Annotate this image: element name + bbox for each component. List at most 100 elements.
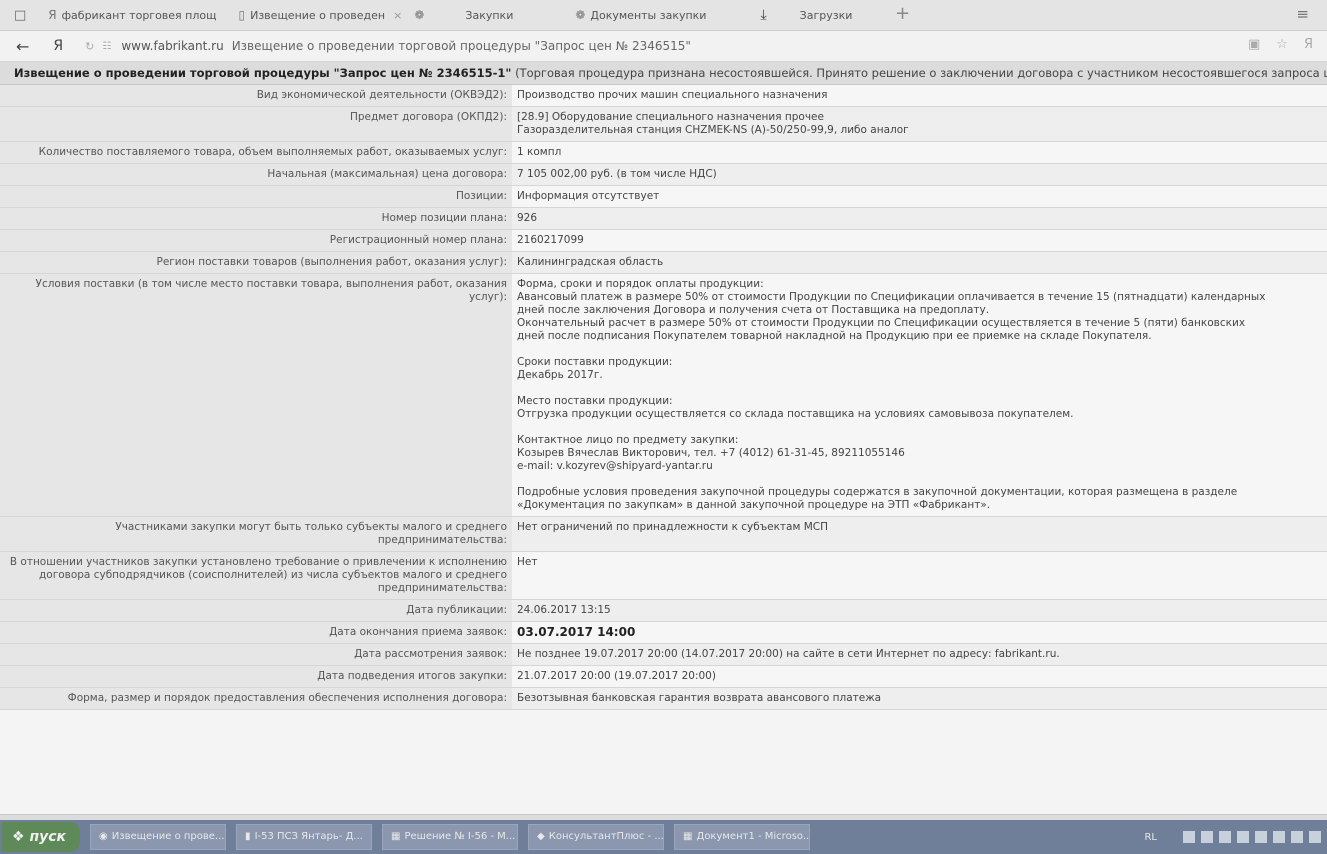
- tab-label: Закупки: [465, 8, 514, 22]
- tray-icon[interactable]: [1237, 831, 1249, 843]
- tab-notice-active[interactable]: ▯ Извещение о проведен × ❁: [239, 0, 430, 30]
- info-value: Информация отсутствует: [512, 185, 1327, 208]
- info-label: Форма, размер и порядок предоставления о…: [0, 687, 512, 710]
- info-label: Условия поставки (в том числе место пост…: [0, 273, 512, 517]
- taskbar-item-label: Решение № I-56 - М...: [404, 831, 516, 842]
- taskbar-item-consultant[interactable]: ◆ КонсультантПлюс - ...: [528, 824, 665, 850]
- info-value-line: Не позднее 19.07.2017 20:00 (14.07.2017 …: [517, 648, 1060, 660]
- info-value: 1 компл: [512, 141, 1327, 164]
- info-value-line: дней после подписания Покупателем товарн…: [517, 330, 1152, 342]
- system-tray: RL: [1144, 820, 1327, 854]
- tray-icon[interactable]: [1273, 831, 1285, 843]
- info-row: Регион поставки товаров (выполнения рабо…: [0, 251, 1327, 274]
- info-value-line: Отгрузка продукции осуществляется со скл…: [517, 408, 1074, 420]
- reload-icon[interactable]: ↻: [85, 40, 94, 53]
- info-label: Начальная (максимальная) цена договора:: [0, 163, 512, 186]
- info-row: Номер позиции плана: 926: [0, 207, 1327, 230]
- info-value-line: Информация отсутствует: [517, 190, 660, 202]
- info-value-line: Контактное лицо по предмету закупки:: [517, 434, 739, 446]
- tray-icon[interactable]: [1309, 831, 1321, 843]
- info-value-line: 7 105 002,00 руб. (в том числе НДС): [517, 168, 717, 180]
- site-info-icon[interactable]: ☷: [102, 41, 111, 52]
- yandex-logo[interactable]: Я: [53, 38, 63, 54]
- info-value-line: Авансовый платеж в размере 50% от стоимо…: [517, 291, 1266, 303]
- procedure-status-note: (Торговая процедура признана несостоявше…: [515, 66, 1327, 80]
- info-value: 2160217099: [512, 229, 1327, 252]
- info-label: Дата рассмотрения заявок:: [0, 643, 512, 666]
- info-label: Регион поставки товаров (выполнения рабо…: [0, 251, 512, 274]
- tray-icon[interactable]: [1201, 831, 1213, 843]
- procedure-heading: Извещение о проведении торговой процедур…: [0, 62, 1327, 85]
- info-row: Позиции: Информация отсутствует: [0, 185, 1327, 208]
- taskbar-item-label: КонсультантПлюс - ...: [548, 831, 664, 842]
- tray-icon[interactable]: [1291, 831, 1303, 843]
- language-indicator[interactable]: RL: [1144, 832, 1157, 843]
- reader-icon[interactable]: ▣: [1248, 37, 1260, 52]
- address-domain[interactable]: www.fabrikant.ru: [121, 39, 223, 53]
- browser-icon: ◉: [99, 831, 108, 842]
- info-value: 21.07.2017 20:00 (19.07.2017 20:00): [512, 665, 1327, 688]
- yandex-account-icon[interactable]: Я: [1304, 37, 1313, 52]
- yandex-icon: Я: [48, 8, 57, 22]
- tray-icon[interactable]: [1183, 831, 1195, 843]
- tab-label: фабрикант торговея площ: [61, 8, 217, 22]
- info-value-line: Нет: [517, 556, 538, 568]
- info-value-line: 24.06.2017 13:15: [517, 604, 611, 616]
- info-row: Начальная (максимальная) цена договора: 7…: [0, 163, 1327, 186]
- tray-icon[interactable]: [1255, 831, 1267, 843]
- taskbar-item-label: Документ1 - Microso...: [696, 831, 811, 842]
- info-row: Условия поставки (в том числе место пост…: [0, 273, 1327, 517]
- info-value-line: Козырев Вячеслав Викторович, тел. +7 (40…: [517, 447, 905, 459]
- start-button[interactable]: ❖ пуск: [2, 822, 81, 852]
- info-value-line: [517, 421, 1322, 434]
- info-label: Регистрационный номер плана:: [0, 229, 512, 252]
- info-label: В отношении участников закупки установле…: [0, 551, 512, 600]
- back-arrow-icon[interactable]: ←: [16, 37, 29, 56]
- info-label: Дата подведения итогов закупки:: [0, 665, 512, 688]
- info-value: Нет: [512, 551, 1327, 600]
- tab-docs[interactable]: ❁ Документы закупки: [575, 0, 706, 30]
- star-icon[interactable]: ☆: [1276, 37, 1288, 52]
- info-value: Калининградская область: [512, 251, 1327, 274]
- new-page-icon[interactable]: □: [14, 8, 26, 23]
- info-row: Количество поставляемого товара, объем в…: [0, 141, 1327, 164]
- info-label: Вид экономической деятельности (ОКВЭД2):: [0, 85, 512, 107]
- tab-zakupki[interactable]: Закупки: [465, 0, 513, 30]
- taskbar-item-browser[interactable]: ◉ Извещение о прове...: [90, 824, 227, 850]
- info-value-line: Производство прочих машин специального н…: [517, 89, 828, 101]
- procedure-info-table: Вид экономической деятельности (ОКВЭД2):…: [0, 85, 1327, 710]
- info-label: Дата публикации:: [0, 599, 512, 622]
- info-value-line: Подробные условия проведения закупочной …: [517, 486, 1238, 498]
- info-value: Не позднее 19.07.2017 20:00 (14.07.2017 …: [512, 643, 1327, 666]
- browser-tab-strip: □ Я фабрикант торговея площ ▯ Извещение …: [0, 0, 1327, 31]
- address-page-title[interactable]: Извещение о проведении торговой процедур…: [232, 39, 691, 53]
- info-value-line: 21.07.2017 20:00 (19.07.2017 20:00): [517, 670, 716, 682]
- taskbar-item-label: I-53 ПСЗ Янтарь- Д...: [254, 831, 363, 842]
- folder-icon: ▮: [245, 831, 251, 842]
- menu-icon[interactable]: ≡: [1296, 5, 1309, 23]
- taskbar-item-doc1[interactable]: ▦ Решение № I-56 - М...: [382, 824, 519, 850]
- taskbar-item-word[interactable]: ▦ Документ1 - Microso...: [674, 824, 811, 850]
- info-row: Вид экономической деятельности (ОКВЭД2):…: [0, 85, 1327, 107]
- windows-logo-icon: ❖: [12, 829, 30, 845]
- info-row: Дата рассмотрения заявок: Не позднее 19.0…: [0, 643, 1327, 666]
- tab-fabrikant[interactable]: Я фабрикант торговея площ: [48, 0, 216, 30]
- info-row: Регистрационный номер плана: 2160217099: [0, 229, 1327, 252]
- tray-icon[interactable]: [1219, 831, 1231, 843]
- app-icon: ◆: [537, 831, 545, 842]
- tab-downloads[interactable]: ⤓ Загрузки: [760, 0, 852, 30]
- info-label: Позиции:: [0, 185, 512, 208]
- info-value: 03.07.2017 14:00: [512, 621, 1327, 644]
- document-icon: ▦: [391, 831, 401, 842]
- page-icon: ▯: [238, 8, 246, 22]
- close-tab-icon[interactable]: ×: [393, 9, 402, 22]
- taskbar-item-folder[interactable]: ▮ I-53 ПСЗ Янтарь- Д...: [236, 824, 373, 850]
- info-value-line: e-mail: v.kozyrev@shipyard-yantar.ru: [517, 460, 713, 472]
- info-value-line: Форма, сроки и порядок оплаты продукции:: [517, 278, 764, 290]
- info-label: Количество поставляемого товара, объем в…: [0, 141, 512, 164]
- info-value: Нет ограничений по принадлежности к субъ…: [512, 516, 1327, 552]
- info-value: [28.9] Оборудование специального назначе…: [512, 106, 1327, 142]
- info-label: Номер позиции плана:: [0, 207, 512, 230]
- info-row: Дата окончания приема заявок: 03.07.2017 …: [0, 621, 1327, 644]
- new-tab-button[interactable]: +: [895, 3, 910, 24]
